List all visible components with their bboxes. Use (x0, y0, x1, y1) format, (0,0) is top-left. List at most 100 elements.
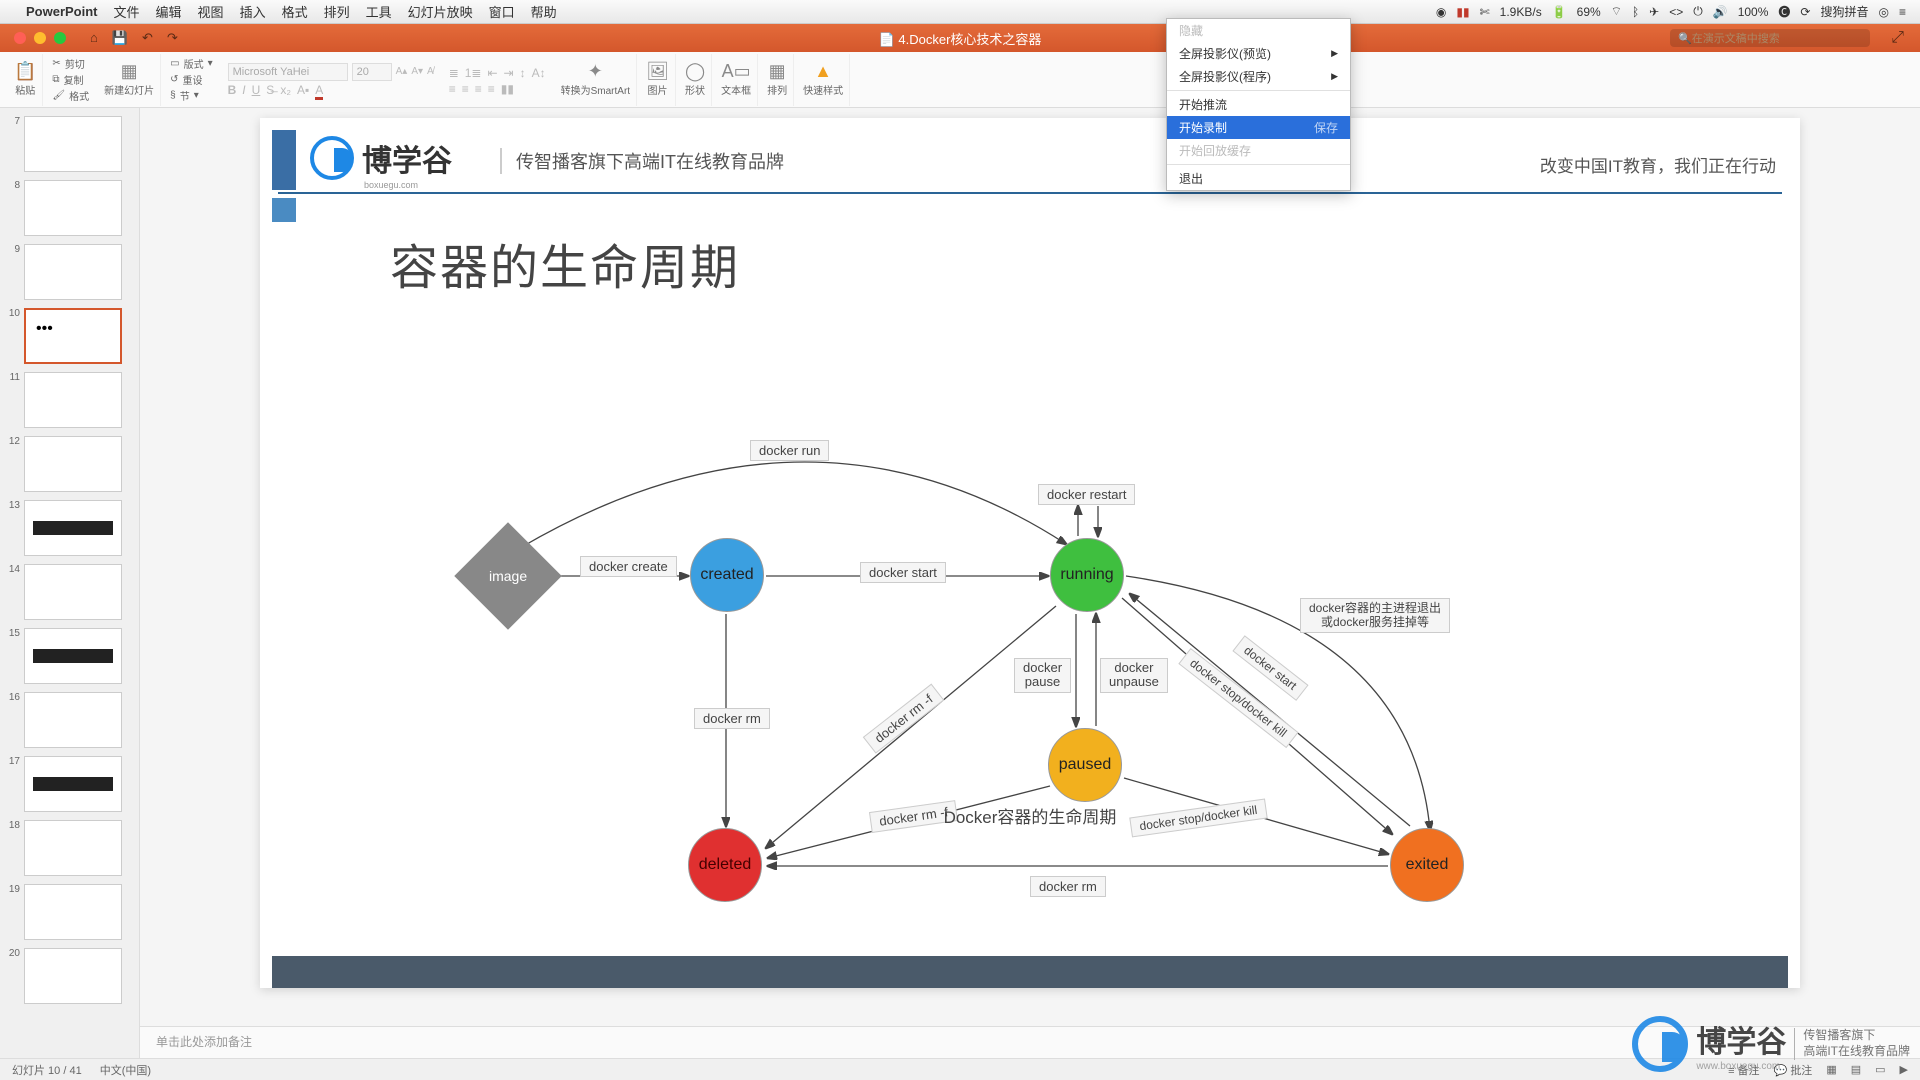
italic-icon[interactable]: I (242, 83, 245, 97)
picture-button[interactable]: 🖼图片 (640, 54, 676, 106)
edge-create: docker create (580, 556, 677, 577)
switch-icon[interactable]: ⏻ (1693, 4, 1703, 19)
section-button[interactable]: § 节▾ (170, 88, 199, 103)
menu-format[interactable]: 格式 (282, 2, 308, 21)
smartart-button[interactable]: ✦转换为SmartArt (555, 54, 637, 106)
menu-arrange[interactable]: 排列 (324, 2, 350, 21)
zoom-button[interactable] (54, 32, 66, 44)
expand-icon[interactable]: ⤢ (1891, 29, 1904, 47)
quickstyle-button[interactable]: ▲快速样式 (797, 54, 850, 106)
align-right-icon[interactable]: ≡ (475, 82, 482, 96)
thumbnail-9[interactable]: 9 (4, 244, 135, 300)
obs-icon[interactable]: ◉ (1436, 5, 1446, 19)
thumbnail-8[interactable]: 8 (4, 180, 135, 236)
slide-canvas[interactable]: 博学谷 boxuegu.com 传智播客旗下高端IT在线教育品牌 改变中国IT教… (260, 118, 1800, 988)
sync-icon[interactable]: ⟳ (1800, 5, 1810, 19)
thumbnail-18[interactable]: 18 (4, 820, 135, 876)
shapes-button[interactable]: ◯形状 (679, 54, 712, 106)
bt-icon[interactable]: ᛒ (1632, 5, 1639, 19)
font-size-input[interactable] (352, 63, 392, 81)
search-box[interactable]: 🔍 在演示文稿中搜索 (1670, 29, 1870, 47)
minimize-button[interactable] (34, 32, 46, 44)
dd-start-record[interactable]: 开始录制保存 (1167, 116, 1350, 139)
slide-footer-bar (272, 956, 1788, 988)
shrink-font-icon[interactable]: A▾ (411, 66, 423, 77)
indent-dec-icon[interactable]: ⇤ (487, 66, 497, 80)
dd-fullscreen-preview[interactable]: 全屏投影仪(预览)▶ (1167, 42, 1350, 65)
indent-inc-icon[interactable]: ⇥ (504, 66, 514, 80)
thumbnail-16[interactable]: 16 (4, 692, 135, 748)
menu-tools[interactable]: 工具 (366, 2, 392, 21)
menu-file[interactable]: 文件 (114, 2, 140, 21)
grow-font-icon[interactable]: A▴ (396, 66, 408, 77)
menu-icon[interactable]: ≡ (1899, 5, 1906, 19)
thumbnail-12[interactable]: 12 (4, 436, 135, 492)
home-icon[interactable]: ⌂ (90, 30, 98, 46)
vol-icon[interactable]: 🔊 (1713, 5, 1728, 19)
menu-window[interactable]: 窗口 (489, 2, 515, 21)
close-button[interactable] (14, 32, 26, 44)
cut-button[interactable]: ✂ 剪切 (52, 56, 84, 71)
paste-button[interactable]: 📋粘贴 (8, 54, 43, 106)
format-painter-button[interactable]: 🖌 格式 (52, 88, 89, 103)
align-center-icon[interactable]: ≡ (462, 82, 469, 96)
linespace-icon[interactable]: ↕ (520, 66, 526, 80)
watermark-logo-icon (1632, 1016, 1688, 1072)
thumbnail-13[interactable]: 13 (4, 500, 135, 556)
thumbnail-14[interactable]: 14 (4, 564, 135, 620)
justify-icon[interactable]: ≡ (488, 82, 495, 96)
save-icon[interactable]: 💾 (112, 30, 128, 46)
siri-icon[interactable]: ◎ (1879, 5, 1889, 19)
copy-button[interactable]: ⧉ 复制 (52, 72, 83, 87)
thumbnail-17[interactable]: 17 (4, 756, 135, 812)
thumbnail-7[interactable]: 7 (4, 116, 135, 172)
mac-menubar: PowerPoint 文件 编辑 视图 插入 格式 排列 工具 幻灯片放映 窗口… (0, 0, 1920, 24)
cc-icon[interactable]: 🅒 (1778, 3, 1790, 20)
sub-icon[interactable]: x₂ (280, 83, 291, 97)
undo-icon[interactable]: ↶ (142, 30, 153, 46)
slide-thumbnails[interactable]: 7 8 9 10••• 11 12 13 14 15 16 17 18 19 20 (0, 108, 140, 1058)
menu-slideshow[interactable]: 幻灯片放映 (408, 2, 473, 21)
dd-start-stream[interactable]: 开始推流 (1167, 93, 1350, 116)
dd-exit[interactable]: 退出 (1167, 167, 1350, 190)
dd-hide[interactable]: 隐藏 (1167, 19, 1350, 42)
thumbnail-11[interactable]: 11 (4, 372, 135, 428)
wifi-icon[interactable]: ⌔ (1611, 4, 1622, 19)
menu-help[interactable]: 帮助 (531, 2, 557, 21)
redo-icon[interactable]: ↷ (167, 30, 178, 46)
thumbnail-15[interactable]: 15 (4, 628, 135, 684)
numbering-icon[interactable]: 1≣ (465, 66, 482, 80)
bold-icon[interactable]: B (228, 83, 237, 97)
scissors-icon[interactable]: ✄ (1480, 5, 1490, 19)
menu-edit[interactable]: 编辑 (156, 2, 182, 21)
pause-icon[interactable]: ▮▮ (1456, 5, 1469, 19)
clear-format-icon[interactable]: A̸ (427, 66, 434, 77)
bullets-icon[interactable]: ≣ (449, 66, 459, 80)
menu-insert[interactable]: 插入 (240, 2, 266, 21)
language-label[interactable]: 中文(中国) (100, 1062, 151, 1078)
underline-icon[interactable]: U (252, 83, 261, 97)
dd-fullscreen-program[interactable]: 全屏投影仪(程序)▶ (1167, 65, 1350, 88)
airplane-icon[interactable]: ✈ (1649, 5, 1659, 19)
arrange-button[interactable]: ▦排列 (761, 54, 794, 106)
thumbnail-19[interactable]: 19 (4, 884, 135, 940)
new-slide-button[interactable]: ▦新建幻灯片 (98, 54, 161, 106)
align-left-icon[interactable]: ≡ (449, 82, 456, 96)
highlight-icon[interactable]: A▪ (297, 83, 309, 97)
ime-label[interactable]: 搜狗拼音 (1820, 3, 1868, 20)
layout-button[interactable]: ▭ 版式▾ (170, 56, 212, 71)
edge-rm: docker rm (694, 708, 770, 729)
dd-replay-buffer[interactable]: 开始回放缓存 (1167, 139, 1350, 162)
columns-icon[interactable]: ▮▮ (501, 82, 514, 96)
font-color-icon[interactable]: A (315, 83, 323, 97)
thumbnail-20[interactable]: 20 (4, 948, 135, 1004)
textdir-icon[interactable]: A↕ (532, 66, 546, 80)
font-family-input[interactable] (228, 63, 348, 81)
textbox-button[interactable]: A▭文本框 (715, 54, 758, 106)
thumbnail-10[interactable]: 10••• (4, 308, 135, 364)
strike-icon[interactable]: S̶ (266, 83, 274, 97)
menu-view[interactable]: 视图 (198, 2, 224, 21)
code-icon[interactable]: <> (1669, 5, 1683, 19)
app-name[interactable]: PowerPoint (26, 4, 98, 19)
reset-button[interactable]: ↺ 重设 (170, 72, 202, 87)
